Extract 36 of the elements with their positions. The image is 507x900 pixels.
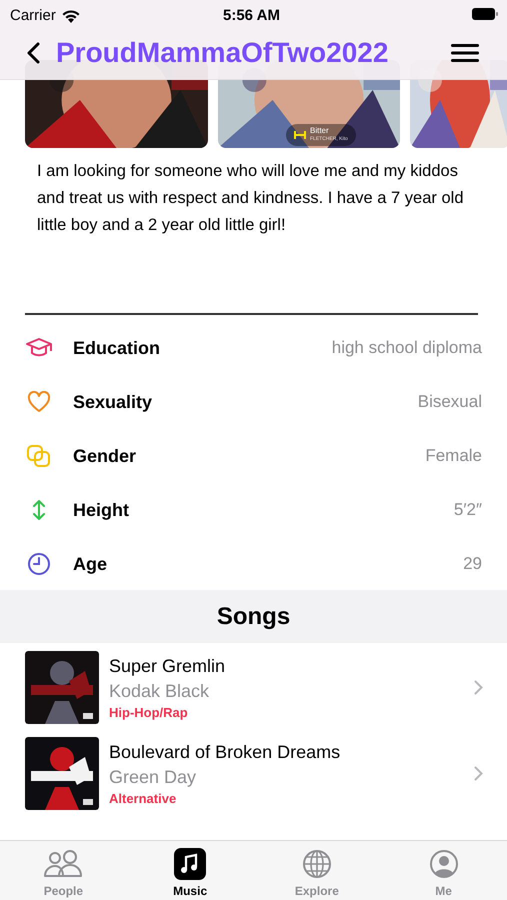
people-icon	[43, 849, 84, 879]
person-circle-icon	[428, 849, 459, 879]
song-title: Boulevard of Broken Dreams	[109, 740, 340, 764]
detail-label: Sexuality	[73, 390, 152, 414]
menu-icon[interactable]	[451, 44, 479, 62]
tab-item[interactable]: Music	[126, 841, 254, 900]
detail-label: Age	[73, 552, 108, 576]
status-time: 5:56 AM	[223, 6, 280, 26]
detail-label: Education	[73, 336, 160, 360]
detail-value: 5′2″	[454, 499, 482, 522]
genre-label: Alternative	[109, 790, 178, 808]
artist-name: Kodak Black	[109, 680, 210, 702]
detail-value: Bisexual	[418, 391, 482, 414]
globe-icon	[302, 849, 332, 879]
detail-value: high school diploma	[332, 337, 482, 360]
section-title: Songs	[216, 602, 290, 632]
genre-label: Hip-Hop/Rap	[109, 704, 189, 722]
detail-label: Height	[73, 498, 129, 522]
detail-value: Female	[425, 445, 482, 468]
chevron-right-icon	[474, 766, 483, 781]
song-row[interactable]: Boulevard of Broken Dreams Green Day Alternative	[0, 737, 507, 810]
detail-label: Gender	[73, 444, 136, 468]
artist-name: Green Day	[109, 766, 198, 789]
profile-title: ProudMammaOfTwo2022	[56, 36, 388, 70]
music-note-icon	[174, 848, 206, 880]
song-title: Super Gremlin	[109, 654, 226, 678]
song-title: Bitter	[310, 127, 330, 135]
chevron-right-icon	[474, 680, 483, 695]
sound-bars-icon	[294, 130, 306, 140]
carrier-label: Carrier	[10, 6, 56, 26]
battery-icon	[472, 8, 498, 20]
detail-value: 29	[463, 553, 482, 576]
wifi-icon	[62, 10, 80, 23]
song-row[interactable]: Super Gremlin Kodak Black Hip-Hop/Rap	[0, 651, 507, 724]
bio-text: I am looking for someone who will love me and my kiddos and treat us with respect and kindness. I have a 7 year old little boy and a 2 year old little girl!	[37, 161, 465, 236]
back-icon[interactable]	[26, 42, 40, 64]
